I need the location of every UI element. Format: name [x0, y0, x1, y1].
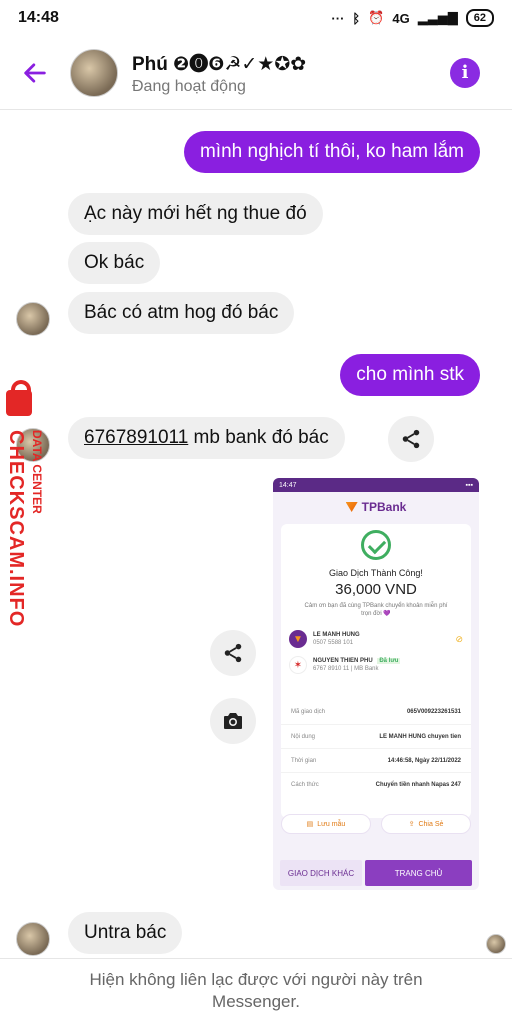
detail-value: Chuyển tiền nhanh Napas 247 — [375, 781, 461, 788]
message-text: Ạc này mới hết ng thue đó — [84, 203, 307, 224]
message-bubble-incoming[interactable]: 6767891011 mb bank đó bác — [68, 417, 345, 459]
detail-row: Thời gian 14:46:58, Ngày 22/11/2022 — [281, 748, 471, 772]
notice-line: Hiện không liên lạc được với người này t… — [89, 970, 423, 989]
receipt-details: Mã giao dịch 065V009223261531 Nội dung L… — [281, 700, 471, 818]
other-transaction-button[interactable]: GIAO DỊCH KHÁC — [280, 860, 362, 886]
signal-icon: ▂▃▅▇ — [417, 10, 458, 25]
share-icon — [224, 643, 242, 663]
message-text: Bác có atm hog đó bác — [84, 302, 279, 323]
receiver-account: 6767 8910 11 | MB Bank — [313, 666, 379, 672]
checkscam-watermark: CHECKSCAM.INFO DATA CENTER — [0, 380, 60, 640]
saved-badge: Đã lưu — [377, 658, 401, 664]
success-title: Giao Dịch Thành Công! — [329, 568, 423, 578]
info-icon: i — [461, 62, 469, 83]
document-icon: ▤ — [306, 821, 314, 828]
receiver-bank-icon: ✶ — [289, 656, 307, 674]
hide-eye-icon: ⊘ — [455, 633, 463, 644]
sender-account: 0507 5588 101 — [313, 640, 354, 646]
receipt-status-bar: 14:47 ▪▪▪ — [273, 478, 479, 492]
contact-info[interactable]: Phú ❷⓿❻☭✓★✪✿ Đang hoạt động — [132, 49, 450, 96]
info-button[interactable]: i — [450, 57, 480, 88]
message-text: Untra bác — [84, 922, 167, 943]
camera-button[interactable] — [210, 698, 256, 744]
detail-label: Mã giao dịch — [291, 709, 326, 715]
message-bubble-incoming[interactable]: Ok bác — [68, 242, 161, 284]
watermark-subtext: DATA CENTER — [30, 430, 44, 514]
detail-row: Nội dung LE MANH HUNG chuyen tien — [281, 724, 471, 748]
notice-line: Messenger. — [212, 992, 300, 1011]
status-icons: ··· ᛒ ⏰ 4G ▂▃▅▇ 62 — [331, 9, 494, 27]
detail-row: Cách thức Chuyển tiền nhanh Napas 247 — [281, 772, 471, 796]
message-bubble-outgoing[interactable]: mình nghịch tí thôi, ko ham lắm — [183, 131, 480, 173]
receiver-name: NGUYEN THIEN PHU — [313, 658, 373, 664]
message-bubble-incoming[interactable]: Bác có atm hog đó bác — [68, 292, 295, 334]
contact-avatar[interactable] — [70, 48, 118, 97]
receiver-info: NGUYEN THIEN PHU Đã lưu 6767 8910 11 | M… — [313, 658, 401, 672]
sender-name: LE MANH HUNG — [313, 632, 360, 638]
bank-brand: TPBank — [273, 492, 479, 522]
share-image-button[interactable] — [210, 630, 256, 676]
status-bar: 14:48 ··· ᛒ ⏰ 4G ▂▃▅▇ 62 — [0, 0, 512, 36]
alarm-icon: ⏰ — [368, 10, 385, 25]
thanks-note: Cảm ơn bạn đã cùng TPBank chuyển khoản m… — [304, 603, 448, 617]
sender-info: LE MANH HUNG 0507 5588 101 — [313, 632, 360, 646]
bank-brand-name: TPBank — [361, 500, 407, 514]
arrow-left-icon — [24, 62, 46, 83]
save-template-button[interactable]: ▤ Lưu mẫu — [281, 814, 371, 834]
message-bubble-incoming[interactable]: Ạc này mới hết ng thue đó — [68, 193, 323, 235]
detail-label: Cách thức — [291, 781, 319, 788]
other-transaction-label: GIAO DỊCH KHÁC — [287, 868, 355, 878]
contact-name: Phú ❷⓿❻☭✓★✪✿ — [132, 54, 307, 75]
message-text: mình nghịch tí thôi, ko ham lắm — [199, 141, 464, 162]
share-icon — [402, 429, 420, 449]
receipt-status-icons: ▪▪▪ — [465, 481, 473, 489]
messenger-chat-screen: 14:48 ··· ᛒ ⏰ 4G ▂▃▅▇ 62 Phú ❷⓿❻☭✓★✪✿ Đa… — [0, 0, 512, 1024]
tpbank-logo-icon — [345, 502, 358, 512]
message-bubble-incoming[interactable]: Untra bác — [68, 912, 183, 954]
contact-status: Đang hoạt động — [132, 78, 246, 95]
seen-avatar — [486, 934, 506, 954]
sender-avatar[interactable] — [16, 302, 50, 336]
sender-bank-icon: ▼ — [289, 630, 307, 648]
camera-icon — [224, 713, 242, 729]
unavailable-notice: Hiện không liên lạc được với người này t… — [0, 958, 512, 1024]
detail-value: LE MANH HUNG chuyen tien — [379, 733, 461, 740]
detail-label: Nội dung — [291, 733, 316, 740]
share-receipt-button[interactable]: ⇪ Chia Sẻ — [381, 814, 471, 834]
message-text: mb bank đó bác — [188, 427, 329, 448]
receipt-status-time: 14:47 — [279, 481, 297, 489]
account-number-link[interactable]: 6767891011 — [84, 427, 188, 448]
upload-icon: ⇪ — [408, 821, 415, 828]
detail-row: Mã giao dịch 065V009223261531 — [281, 700, 471, 724]
sender-row: ▼ LE MANH HUNG 0507 5588 101 ⊘ — [281, 626, 471, 652]
status-time: 14:48 — [18, 9, 59, 26]
share-receipt-label: Chia Sẻ — [418, 820, 444, 828]
message-text: cho mình stk — [356, 364, 464, 385]
message-text: Ok bác — [84, 252, 145, 273]
network-type: 4G — [392, 10, 410, 26]
message-bubble-outgoing[interactable]: cho mình stk — [340, 354, 480, 396]
save-template-label: Lưu mẫu — [317, 820, 346, 828]
success-check-icon — [361, 530, 391, 560]
more-icon: ··· — [331, 10, 345, 26]
detail-value: 065V009223261531 — [406, 709, 461, 715]
bluetooth-icon: ᛒ — [352, 10, 361, 26]
detail-label: Thời gian — [291, 757, 317, 764]
sender-avatar[interactable] — [16, 922, 50, 956]
home-label: TRANG CHỦ — [394, 868, 443, 878]
lock-icon — [6, 380, 32, 416]
back-button[interactable] — [0, 36, 70, 110]
shared-transfer-screenshot[interactable]: 14:47 ▪▪▪ TPBank Giao Dịch Thành Công! 3… — [273, 478, 479, 890]
detail-value: 14:46:58, Ngày 22/11/2022 — [387, 757, 461, 764]
chat-header: Phú ❷⓿❻☭✓★✪✿ Đang hoạt động i — [0, 36, 512, 110]
home-button[interactable]: TRANG CHỦ — [365, 860, 472, 886]
transfer-amount: 36,000 VND — [335, 581, 417, 598]
watermark-text: CHECKSCAM.INFO — [5, 430, 27, 628]
battery-icon: 62 — [465, 9, 494, 27]
share-button[interactable] — [388, 416, 434, 462]
receiver-row: ✶ NGUYEN THIEN PHU Đã lưu 6767 8910 11 |… — [281, 652, 471, 678]
